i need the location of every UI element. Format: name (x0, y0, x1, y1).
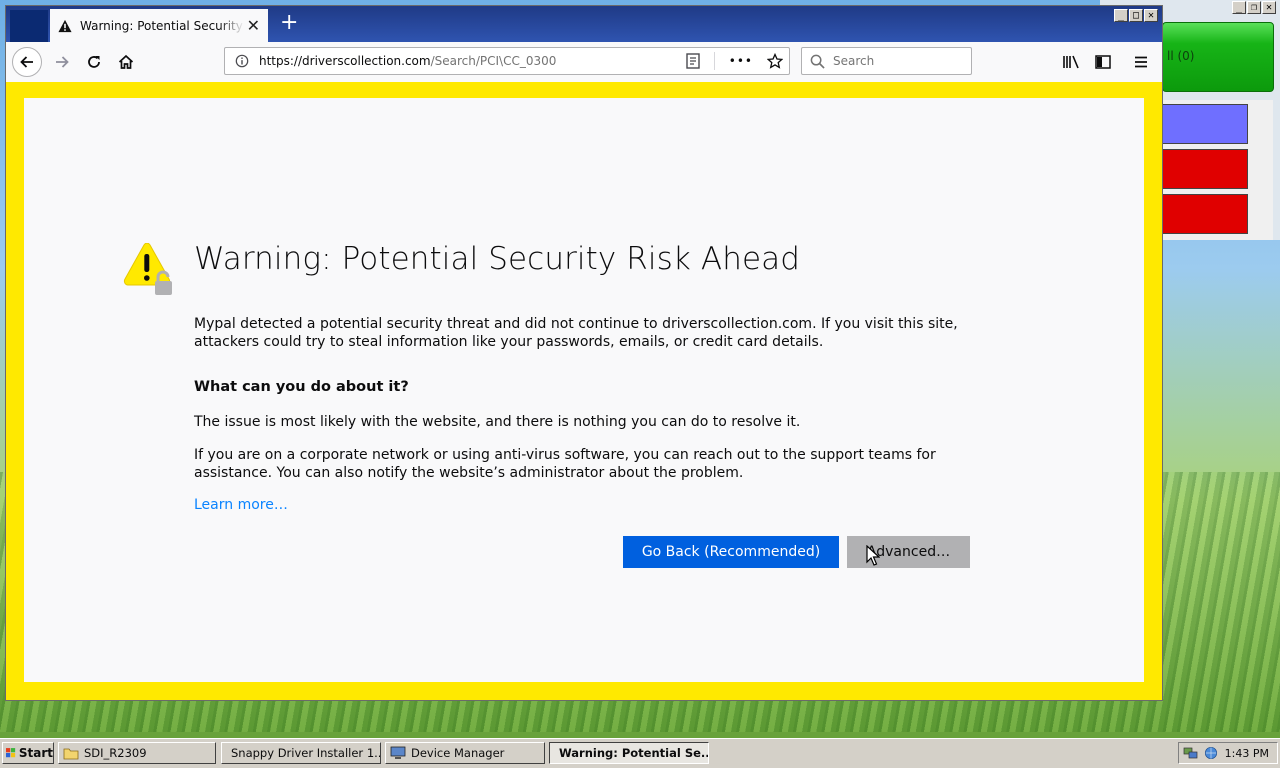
back-button[interactable] (12, 47, 42, 77)
go-back-button[interactable]: Go Back (Recommended) (623, 536, 839, 568)
search-input[interactable] (831, 53, 965, 69)
taskbar-item-snappy[interactable]: Snappy Driver Installer 1... (221, 742, 381, 764)
error-page-border: Warning: Potential Security Risk Ahead M… (6, 82, 1162, 700)
background-red-bar[interactable] (1162, 194, 1248, 234)
search-box[interactable] (801, 47, 972, 75)
hamburger-menu-icon (1135, 56, 1147, 68)
system-tray: 1:43 PM (1178, 742, 1278, 764)
tab-active[interactable]: Warning: Potential Security Risk Ahead ✕ (50, 9, 268, 42)
close-button[interactable]: ✕ (1144, 9, 1158, 22)
mouse-cursor-icon (866, 545, 880, 566)
windows-logo-icon (6, 748, 16, 758)
window-controls: _ □ ✕ (1114, 9, 1158, 22)
forward-arrow-icon (56, 56, 69, 68)
page-actions-button[interactable]: ••• (729, 54, 753, 68)
url-text[interactable]: https://driverscollection.com/Search/PCI… (259, 54, 556, 68)
background-restore-button[interactable]: ❐ (1247, 1, 1261, 14)
intro-paragraph: Mypal detected a potential security thre… (194, 316, 958, 350)
tab-strip-left-block (10, 10, 48, 42)
taskbar-item-label: Warning: Potential Se... (559, 746, 709, 760)
taskbar-item-label: Snappy Driver Installer 1... (231, 746, 381, 760)
sidebar-icon (1095, 55, 1111, 69)
reload-icon (88, 56, 100, 68)
warning-icon (58, 19, 72, 32)
url-bar-actions: ••• (686, 52, 783, 70)
background-close-button[interactable]: ✕ (1262, 1, 1276, 14)
start-label: Start (18, 746, 53, 760)
taskbar-item-label: SDI_R2309 (84, 746, 147, 760)
url-bar-separator (713, 52, 715, 70)
maximize-button[interactable]: □ (1129, 9, 1143, 22)
learn-more-link[interactable]: Learn more… (194, 497, 288, 513)
section-heading: What can you do about it? (194, 379, 409, 395)
background-red-bar[interactable] (1162, 149, 1248, 189)
page-title: Warning: Potential Security Risk Ahead (194, 241, 800, 277)
globe-icon[interactable] (1203, 746, 1219, 760)
bookmark-star-icon[interactable] (767, 53, 783, 69)
taskbar-item-sdi-folder[interactable]: SDI_R2309 (58, 742, 216, 764)
tab-close-icon[interactable]: ✕ (247, 16, 260, 35)
sidebar-toggle-button[interactable] (1088, 47, 1118, 77)
minimize-button[interactable]: _ (1114, 9, 1128, 22)
taskbar-item-label: Device Manager (411, 746, 505, 760)
reload-button[interactable] (79, 47, 109, 77)
error-page-content: Warning: Potential Security Risk Ahead M… (24, 98, 1144, 682)
background-green-panel[interactable]: ll (0) (1162, 22, 1274, 92)
library-button[interactable] (1056, 47, 1086, 77)
library-icon (1063, 55, 1079, 69)
forward-button[interactable] (47, 47, 77, 77)
issue-paragraph: The issue is most likely with the websit… (194, 414, 801, 430)
url-domain: https://driverscollection.com (259, 54, 431, 68)
folder-icon (63, 748, 79, 760)
navigation-toolbar: https://driverscollection.com/Search/PCI… (6, 42, 1162, 83)
browser-window: Warning: Potential Security Risk Ahead ✕… (5, 5, 1163, 701)
menu-button[interactable] (1126, 47, 1156, 77)
device-manager-icon (390, 746, 406, 759)
home-icon (118, 54, 134, 69)
background-window-controls: _ ❐ ✕ (1232, 1, 1276, 14)
warning-lock-icon (123, 243, 172, 295)
home-button[interactable] (111, 47, 141, 77)
background-green-label: ll (0) (1167, 49, 1195, 63)
reader-view-icon[interactable] (686, 53, 700, 69)
taskbar-item-browser[interactable]: Warning: Potential Se... (549, 742, 709, 764)
tab-strip: Warning: Potential Security Risk Ahead ✕… (6, 6, 1162, 42)
url-path: /Search/PCI\CC_0300 (430, 54, 557, 68)
taskbar-clock[interactable]: 1:43 PM (1225, 747, 1269, 760)
corporate-paragraph: If you are on a corporate network or usi… (194, 447, 936, 481)
back-arrow-icon (20, 56, 33, 68)
taskbar-item-device-manager[interactable]: Device Manager (385, 742, 545, 764)
network-icon[interactable] (1183, 746, 1199, 760)
taskbar: Start SDI_R2309 Snappy Driver Installer … (0, 738, 1280, 768)
new-tab-button[interactable]: + (280, 12, 298, 34)
info-icon[interactable] (235, 54, 249, 68)
background-blue-bar[interactable] (1162, 104, 1248, 144)
background-minimize-button[interactable]: _ (1232, 1, 1246, 14)
tab-title: Warning: Potential Security Risk Ahead (80, 18, 244, 33)
url-bar[interactable]: https://driverscollection.com/Search/PCI… (224, 47, 790, 75)
start-button[interactable]: Start (2, 742, 54, 764)
search-icon (810, 54, 825, 69)
